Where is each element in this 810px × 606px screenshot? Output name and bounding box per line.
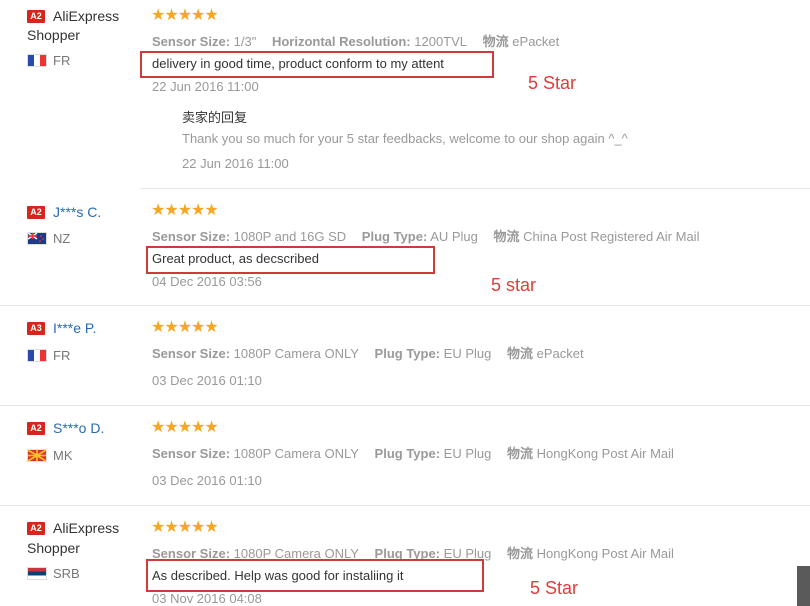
buyer-level-badge: A2 bbox=[27, 206, 45, 219]
star-rating: ★★★★★ bbox=[151, 519, 219, 536]
buyer-country: FR bbox=[53, 348, 71, 363]
star-rating: ★★★★★ bbox=[151, 202, 219, 219]
buyer-name-line2: Shopper bbox=[27, 27, 80, 43]
divider bbox=[0, 405, 810, 406]
star-rating: ★★★★★ bbox=[151, 7, 219, 24]
attr-value: HongKong Post Air Mail bbox=[536, 446, 674, 461]
star-rating: ★★★★★ bbox=[151, 319, 219, 336]
attr-label: Plug Type: bbox=[374, 346, 441, 361]
serbia-flag-icon bbox=[27, 567, 47, 580]
attr-value: China Post Registered Air Mail bbox=[523, 229, 700, 244]
star-rating: ★★★★★ bbox=[151, 419, 219, 436]
attr-label: Sensor Size: bbox=[152, 34, 231, 49]
attr-value: 1/3" bbox=[233, 34, 257, 49]
product-attributes: Sensor Size: 1/3" Horizontal Resolution:… bbox=[152, 31, 559, 50]
buyer-country: NZ bbox=[53, 231, 71, 246]
product-attributes: Sensor Size: 1080P and 16G SD Plug Type:… bbox=[152, 226, 699, 245]
buyer-level-badge: A2 bbox=[27, 422, 45, 435]
attr-label: 物流 bbox=[482, 34, 509, 49]
new-zealand-flag-icon bbox=[27, 232, 47, 245]
attr-value: EU Plug bbox=[443, 346, 492, 361]
buyer-name: AliExpress bbox=[53, 520, 120, 536]
attr-value: 1200TVL bbox=[414, 34, 468, 49]
attr-value: 1080P and 16G SD bbox=[233, 229, 347, 244]
attr-label: 物流 bbox=[506, 446, 533, 461]
review-date: 03 Dec 2016 01:10 bbox=[152, 373, 262, 388]
seller-reply-date: 22 Jun 2016 11:00 bbox=[182, 156, 289, 171]
buyer-country: SRB bbox=[53, 566, 80, 581]
product-attributes: Sensor Size: 1080P Camera ONLY Plug Type… bbox=[152, 343, 584, 362]
divider bbox=[0, 505, 810, 506]
buyer-name: AliExpress bbox=[53, 8, 120, 24]
attr-label: 物流 bbox=[506, 546, 533, 561]
buyer-name-line2: Shopper bbox=[27, 540, 80, 556]
attr-value: ePacket bbox=[512, 34, 560, 49]
attr-label: Horizontal Resolution: bbox=[271, 34, 411, 49]
product-attributes: Sensor Size: 1080P Camera ONLY Plug Type… bbox=[152, 443, 674, 462]
buyer-name[interactable]: J***s C. bbox=[53, 204, 101, 220]
attr-label: Sensor Size: bbox=[152, 229, 231, 244]
attr-label: Plug Type: bbox=[361, 229, 428, 244]
france-flag-icon bbox=[27, 349, 47, 362]
annotation-label: 5 Star bbox=[528, 73, 577, 93]
attr-value: HongKong Post Air Mail bbox=[536, 546, 674, 561]
attr-label: 物流 bbox=[506, 346, 533, 361]
divider bbox=[140, 188, 810, 189]
buyer-level-badge: A3 bbox=[27, 322, 45, 335]
attr-label: Sensor Size: bbox=[152, 446, 231, 461]
buyer-name[interactable]: S***o D. bbox=[53, 420, 104, 436]
feedback-text: As described. Help was good for instalii… bbox=[152, 568, 404, 583]
buyer-country: FR bbox=[53, 53, 71, 68]
attr-value: 1080P Camera ONLY bbox=[233, 346, 359, 361]
buyer-level-badge: A2 bbox=[27, 522, 45, 535]
attr-value: AU Plug bbox=[430, 229, 478, 244]
buyer-name[interactable]: I***e P. bbox=[53, 320, 96, 336]
buyer-country: MK bbox=[53, 448, 73, 463]
review-date: 03 Dec 2016 01:10 bbox=[152, 473, 262, 488]
attr-label: 物流 bbox=[493, 229, 520, 244]
feedback-text: Great product, as decscribed bbox=[152, 251, 319, 266]
attr-value: ePacket bbox=[536, 346, 584, 361]
feedback-text: delivery in good time, product conform t… bbox=[152, 56, 444, 71]
seller-reply-text: Thank you so much for your 5 star feedba… bbox=[182, 131, 628, 146]
attr-value: EU Plug bbox=[443, 446, 492, 461]
attr-label: Plug Type: bbox=[374, 446, 441, 461]
attr-value: 1080P Camera ONLY bbox=[233, 446, 359, 461]
scrollbar-thumb[interactable] bbox=[797, 566, 810, 606]
seller-reply-title: 卖家的回复 bbox=[182, 110, 248, 125]
review-date: 03 Nov 2016 04:08 bbox=[152, 591, 262, 606]
review-date: 04 Dec 2016 03:56 bbox=[152, 274, 262, 289]
review-date: 22 Jun 2016 11:00 bbox=[152, 79, 259, 94]
france-flag-icon bbox=[27, 54, 47, 67]
attr-label: Sensor Size: bbox=[152, 346, 231, 361]
buyer-level-badge: A2 bbox=[27, 10, 45, 23]
divider bbox=[0, 305, 810, 306]
annotation-label: 5 star bbox=[491, 275, 537, 295]
macedonia-flag-icon bbox=[27, 449, 47, 462]
annotation-label: 5 Star bbox=[530, 578, 579, 598]
